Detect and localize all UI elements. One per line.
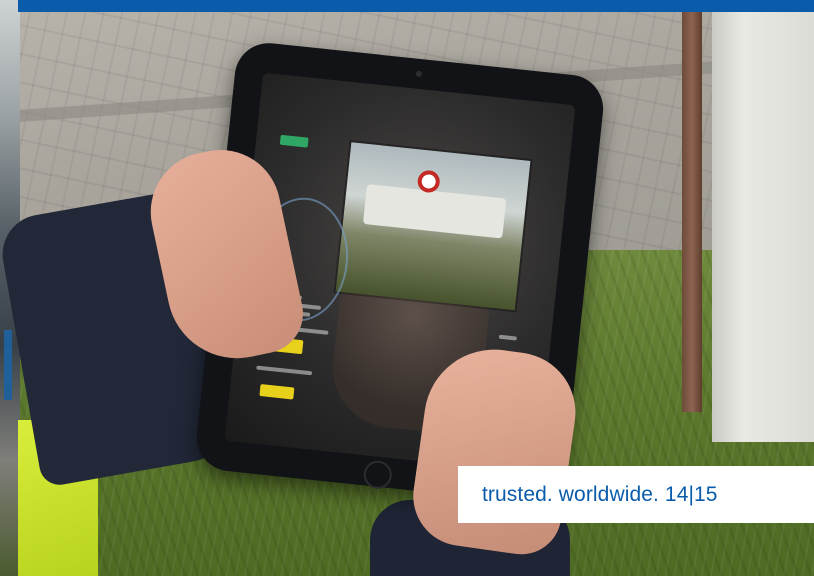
- home-button: [362, 459, 394, 491]
- app-text-line: [256, 365, 313, 376]
- ar-camera-view: [335, 142, 531, 311]
- ar-tank: [362, 184, 507, 239]
- app-text-line: [498, 334, 517, 341]
- white-wall: [712, 12, 814, 442]
- app-status-indicator: [279, 134, 309, 148]
- caption-text: trusted. worldwide. 14|15: [482, 482, 718, 506]
- camera-dot: [415, 70, 423, 78]
- rusty-pole: [682, 12, 702, 412]
- caption-box: trusted. worldwide. 14|15: [458, 466, 814, 523]
- app-highlight-bar: [259, 384, 295, 400]
- top-brand-band: [18, 0, 814, 12]
